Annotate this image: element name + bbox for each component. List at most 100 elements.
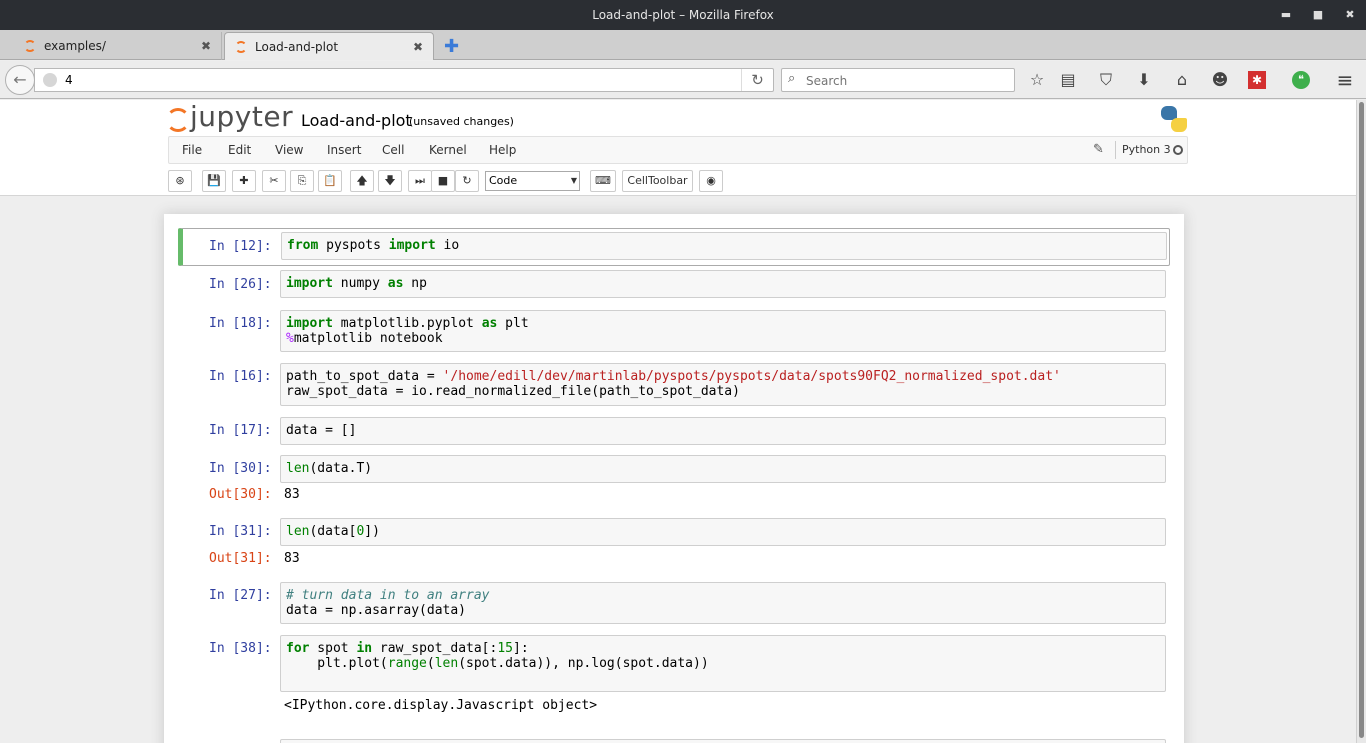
notebook-area: In [12]: from pyspots import io In [26]:… <box>0 197 1356 743</box>
chevron-down-icon: ▼ <box>570 176 577 185</box>
tab-strip: examples/ ✖ Load-and-plot ✖ ✚ <box>0 30 1366 60</box>
github-icon[interactable]: ◉ <box>699 170 723 192</box>
cell-type-value: Code <box>489 174 518 187</box>
site-identity-icon[interactable] <box>43 73 57 87</box>
bookmarks-menu-icon[interactable]: ▤ <box>1057 69 1079 91</box>
menubar-divider <box>1115 141 1116 159</box>
paste-cell-button[interactable]: 📋 <box>318 170 342 192</box>
move-down-button[interactable]: 🡇 <box>378 170 402 192</box>
code-cell[interactable]: In [16]: path_to_spot_data = '/home/edil… <box>178 363 1170 406</box>
jupyter-logo[interactable]: jupyter <box>166 102 293 132</box>
save-status: (unsaved changes) <box>409 115 514 128</box>
interrupt-kernel-button[interactable]: ■ <box>431 170 455 192</box>
output-prompt: Out[30]: <box>209 487 272 502</box>
tab-load-and-plot[interactable]: Load-and-plot ✖ <box>224 32 434 60</box>
menu-kernel[interactable]: Kernel <box>429 143 467 157</box>
url-bar[interactable]: ↻ <box>34 68 774 92</box>
tab-close-icon[interactable]: ✖ <box>413 40 423 54</box>
close-icon[interactable]: ✖ <box>1334 0 1366 30</box>
menu-insert[interactable]: Insert <box>327 143 361 157</box>
code-cell[interactable]: In [18]: import matplotlib.pyplot as plt… <box>178 310 1170 352</box>
bookmark-star-icon[interactable]: ☆ <box>1026 69 1048 91</box>
search-icon: ⌕ <box>788 71 796 86</box>
hamburger-menu-icon[interactable]: ≡ <box>1334 69 1356 91</box>
code-input[interactable]: # turn data in to an array data = np.asa… <box>280 582 1166 624</box>
copy-cell-button[interactable]: ⎘ <box>290 170 314 192</box>
back-button[interactable]: ← <box>5 65 35 95</box>
cell-output: 83 <box>284 551 300 566</box>
new-tab-icon[interactable]: ✚ <box>444 36 459 57</box>
code-input[interactable]: path_to_spot_data = '/home/edill/dev/mar… <box>280 363 1166 406</box>
insert-cell-button[interactable]: ✚ <box>232 170 256 192</box>
window-titlebar: Load-and-plot – Mozilla Firefox ▬ ■ ✖ <box>0 0 1366 30</box>
tab-examples[interactable]: examples/ ✖ <box>14 32 222 60</box>
kernel-name: Python 3 <box>1122 143 1171 156</box>
output-prompt: Out[31]: <box>209 551 272 566</box>
maximize-icon[interactable]: ■ <box>1302 0 1334 30</box>
celltoolbar-button[interactable]: CellToolbar <box>622 170 693 192</box>
cut-cell-button[interactable]: ✂ <box>262 170 286 192</box>
hangouts-icon[interactable]: ❝ <box>1292 71 1310 89</box>
tab-close-icon[interactable]: ✖ <box>201 39 211 53</box>
cell-type-select[interactable]: Code ▼ <box>485 171 580 191</box>
menu-cell[interactable]: Cell <box>382 143 404 157</box>
notebook-menubar: File Edit View Insert Cell Kernel Help ✎… <box>168 136 1188 164</box>
code-input[interactable] <box>280 739 1166 743</box>
scrollbar-thumb[interactable] <box>1359 102 1364 738</box>
keyboard-shortcuts-button[interactable]: ⌨ <box>590 170 616 192</box>
code-input[interactable]: for spot in raw_spot_data[:15]: plt.plot… <box>280 635 1166 692</box>
window-controls: ▬ ■ ✖ <box>1270 0 1366 30</box>
jupyter-header: jupyter Load-and-plot (unsaved changes) … <box>0 100 1356 196</box>
code-cell[interactable]: In [17]: data = [] <box>178 417 1170 445</box>
notebook-toolbar: ⊛ 💾 ✚ ✂ ⎘ 📋 🡅 🡇 ⏭ ■ ↻ Code ▼ ⌨ CellToolb… <box>168 170 1188 194</box>
tab-label: Load-and-plot <box>255 39 339 54</box>
window-title: Load-and-plot – Mozilla Firefox <box>592 8 774 22</box>
code-cell[interactable]: In [26]: import numpy as np <box>178 270 1170 300</box>
jupyter-logo-icon <box>166 105 190 132</box>
url-input[interactable] <box>65 71 735 89</box>
downloads-icon[interactable]: ⬇ <box>1133 69 1155 91</box>
menu-file[interactable]: File <box>182 143 202 157</box>
navigation-bar: ↻ ← ⌕ ☆ ▤ ⛉ ⬇ ⌂ ☻ ✱ ❝ ≡ <box>0 61 1366 99</box>
kernel-idle-indicator-icon <box>1173 145 1183 155</box>
code-cell[interactable]: In [38]: for spot in raw_spot_data[:15]:… <box>178 635 1170 725</box>
page-scrollbar[interactable] <box>1356 100 1366 743</box>
run-cell-button[interactable]: ⏭ <box>408 170 432 192</box>
reload-icon[interactable]: ↻ <box>741 69 773 91</box>
code-input[interactable]: import numpy as np <box>280 270 1166 298</box>
code-input[interactable]: import matplotlib.pyplot as plt %matplot… <box>280 310 1166 352</box>
menu-view[interactable]: View <box>275 143 303 157</box>
code-cell[interactable]: In [27]: # turn data in to an array data… <box>178 582 1170 624</box>
minimize-icon[interactable]: ▬ <box>1270 0 1302 30</box>
pocket-icon[interactable]: ⛉ <box>1095 69 1117 91</box>
code-input[interactable]: data = [] <box>280 417 1166 445</box>
menu-help[interactable]: Help <box>489 143 516 157</box>
notebook-name[interactable]: Load-and-plot <box>301 111 412 130</box>
notebook-container: In [12]: from pyspots import io In [26]:… <box>164 214 1184 743</box>
home-icon[interactable]: ⌂ <box>1171 69 1193 91</box>
python-logo-icon <box>1161 106 1187 132</box>
command-palette-button[interactable]: ⊛ <box>168 170 192 192</box>
code-cell[interactable]: In [12]: from pyspots import io <box>178 228 1170 266</box>
restart-kernel-button[interactable]: ↻ <box>455 170 479 192</box>
save-button[interactable]: 💾 <box>202 170 226 192</box>
search-input[interactable] <box>806 72 1006 89</box>
jupyter-favicon-icon <box>24 40 36 52</box>
code-input[interactable]: len(data.T) <box>280 455 1166 483</box>
tab-label: examples/ <box>44 39 106 53</box>
menu-edit[interactable]: Edit <box>228 143 251 157</box>
jupyter-logo-text: jupyter <box>190 100 294 133</box>
code-cell[interactable] <box>178 739 1170 743</box>
code-cell[interactable]: In [31]: len(data[0]) Out[31]: 83 <box>178 518 1170 574</box>
code-input[interactable]: len(data[0]) <box>280 518 1166 546</box>
cell-output: <IPython.core.display.Javascript object> <box>284 698 598 713</box>
cell-output: 83 <box>284 487 300 502</box>
extension-icon[interactable]: ✱ <box>1248 71 1266 89</box>
move-up-button[interactable]: 🡅 <box>350 170 374 192</box>
code-cell[interactable]: In [30]: len(data.T) Out[30]: 83 <box>178 455 1170 511</box>
code-input[interactable]: from pyspots import io <box>281 232 1167 260</box>
edit-mode-pencil-icon: ✎ <box>1093 142 1104 157</box>
hello-icon[interactable]: ☻ <box>1209 69 1231 91</box>
jupyter-favicon-icon <box>235 40 247 53</box>
search-bar[interactable]: ⌕ <box>781 68 1015 92</box>
